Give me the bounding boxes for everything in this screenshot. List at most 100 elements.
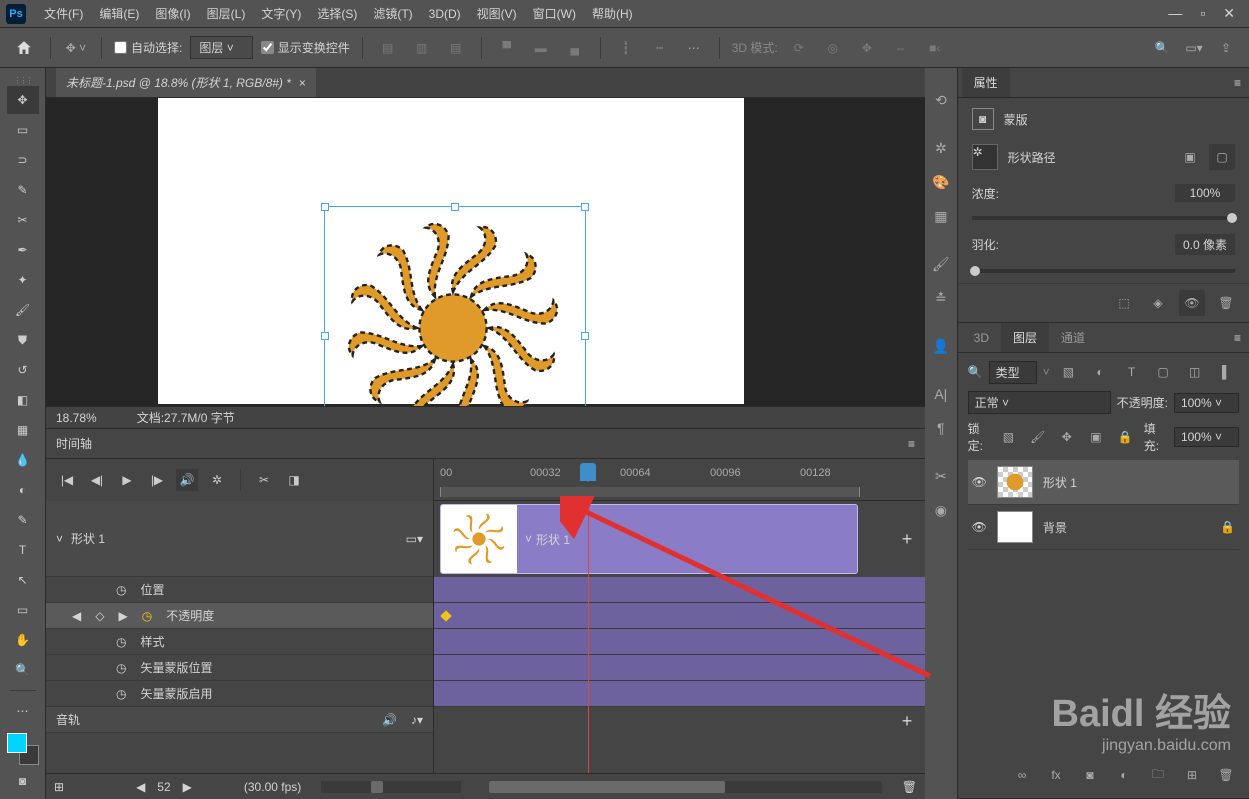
align-bottom-icon[interactable]: ▄	[562, 35, 588, 61]
stopwatch-icon[interactable]: ◷	[142, 609, 152, 623]
timeline-audio-track[interactable]: 音轨 🔊 ♪▾	[46, 707, 433, 733]
path-select-tool[interactable]: ↖	[7, 566, 39, 594]
stopwatch-icon[interactable]: ◷	[116, 661, 126, 675]
search-icon[interactable]: 🔍	[1149, 35, 1175, 61]
current-frame[interactable]: 52	[157, 780, 170, 794]
timeline-tracks[interactable]: 00 00032 00064 00096 00128 ˅形状 1	[434, 459, 925, 773]
filter-adj-icon[interactable]: ◐	[1087, 359, 1113, 385]
shape-tool[interactable]: ▭	[7, 596, 39, 624]
swatches-panel-icon[interactable]: ▦	[927, 202, 955, 230]
properties-tab[interactable]: 属性	[962, 68, 1010, 97]
color-swatches[interactable]	[7, 733, 39, 765]
zoom-tool[interactable]: 🔍	[7, 656, 39, 684]
show-transform-checkbox[interactable]	[261, 41, 274, 54]
opacity-value[interactable]: 100% ˅	[1174, 393, 1239, 413]
3d-tab[interactable]: 3D	[962, 323, 1001, 352]
layer-thumbnail[interactable]	[997, 511, 1033, 543]
align-top-icon[interactable]: ▀	[494, 35, 520, 61]
distribute-h-icon[interactable]: ┇	[613, 35, 639, 61]
menu-edit[interactable]: 编辑(E)	[91, 5, 147, 22]
document-tab[interactable]: 未标题-1.psd @ 18.8% (形状 1, RGB/8#) * ×	[56, 68, 316, 97]
home-icon[interactable]	[10, 34, 38, 62]
prev-frame-icon[interactable]: ◀|	[86, 469, 108, 491]
prev-key-icon[interactable]: ◀	[72, 609, 81, 623]
link-layers-icon[interactable]: ∞	[1009, 762, 1035, 788]
pen-tool[interactable]: ✎	[7, 506, 39, 534]
layer-options-icon[interactable]: ▭▾	[406, 532, 423, 546]
move-tool[interactable]: ✥	[7, 86, 39, 114]
add-mask-icon[interactable]: ◙	[1077, 762, 1103, 788]
eraser-tool[interactable]: ◧	[7, 386, 39, 414]
lock-pixels-icon[interactable]: ▧	[998, 424, 1019, 450]
delete-layer-icon[interactable]: 🗑	[1213, 762, 1239, 788]
delete-mask-icon[interactable]: 🗑	[1213, 290, 1239, 316]
character-panel-icon[interactable]: A|	[927, 380, 955, 408]
filter-pixel-icon[interactable]: ▧	[1056, 359, 1082, 385]
add-audio-icon[interactable]: +	[895, 709, 919, 733]
share-icon[interactable]: ⇪	[1213, 35, 1239, 61]
lasso-tool[interactable]: ⊃	[7, 146, 39, 174]
distribute-v-icon[interactable]: ┅	[647, 35, 673, 61]
filter-type-icon[interactable]: T	[1119, 359, 1145, 385]
menu-select[interactable]: 选择(S)	[309, 5, 365, 22]
align-left-icon[interactable]: ▤	[375, 35, 401, 61]
add-pixel-mask-icon[interactable]: ▣	[1177, 144, 1203, 170]
layer-item-shape1[interactable]: 👁 形状 1	[968, 460, 1239, 505]
3d-orbit-icon[interactable]: ⟳	[786, 35, 812, 61]
filter-toggle[interactable]: ▌	[1213, 359, 1239, 385]
auto-select-target-dropdown[interactable]: 图层 ˅	[190, 36, 252, 59]
audio-options-icon[interactable]: ♪▾	[411, 713, 423, 727]
history-panel-icon[interactable]: ⟲	[927, 86, 955, 114]
split-icon[interactable]: ✂	[253, 469, 275, 491]
timeline-prop-opacity[interactable]: ◀◇▶◷不透明度	[46, 603, 433, 629]
panel-menu-icon[interactable]: ≡	[1226, 76, 1249, 90]
density-slider[interactable]	[972, 216, 1235, 220]
convert-frames-icon[interactable]: ⊞	[54, 780, 64, 794]
settings-icon[interactable]: ✲	[206, 469, 228, 491]
density-value[interactable]: 100%	[1175, 184, 1235, 202]
panel-menu-icon[interactable]: ≡	[908, 437, 915, 451]
timeline-clip[interactable]: ˅形状 1	[440, 504, 858, 574]
timeline-tab[interactable]: 时间轴	[56, 435, 92, 452]
timeline-prop-vmask-enable[interactable]: ◷矢量蒙版启用	[46, 681, 433, 707]
menu-3d[interactable]: 3D(D)	[421, 7, 469, 21]
window-minimize-icon[interactable]: —	[1168, 5, 1182, 22]
visibility-icon[interactable]: 👁	[972, 520, 987, 534]
stopwatch-icon[interactable]: ◷	[116, 687, 126, 701]
add-key-icon[interactable]: ◇	[95, 609, 104, 623]
marquee-tool[interactable]: ▭	[7, 116, 39, 144]
visibility-icon[interactable]: 👁	[972, 475, 987, 489]
adjustments-panel-icon[interactable]: ≛	[927, 284, 955, 312]
layer-style-icon[interactable]: fx	[1043, 762, 1069, 788]
timeline-zoom-slider[interactable]	[321, 781, 461, 793]
timeline-layer-row[interactable]: ˅ 形状 1 ▭▾	[46, 501, 433, 577]
lock-paint-icon[interactable]: 🖌	[1027, 424, 1048, 450]
lock-artboard-icon[interactable]: ▣	[1085, 424, 1106, 450]
canvas[interactable]	[46, 98, 925, 406]
zoom-level[interactable]: 18.78%	[56, 411, 97, 425]
playhead[interactable]	[580, 463, 596, 481]
tools-panel-icon[interactable]: ✂	[927, 462, 955, 490]
actions-panel-icon[interactable]: ✲	[927, 134, 955, 162]
layer-thumbnail[interactable]	[997, 466, 1033, 498]
layer-name[interactable]: 背景	[1043, 519, 1067, 536]
3d-roll-icon[interactable]: ◎	[820, 35, 846, 61]
3d-slide-icon[interactable]: ⇔	[888, 35, 914, 61]
layers-tab[interactable]: 图层	[1001, 323, 1049, 352]
stopwatch-icon[interactable]: ◷	[116, 635, 126, 649]
align-center-h-icon[interactable]: ▥	[409, 35, 435, 61]
next-frame-icon[interactable]: |▶	[146, 469, 168, 491]
align-right-icon[interactable]: ▤	[443, 35, 469, 61]
play-icon[interactable]: ▶	[116, 469, 138, 491]
next-key-icon[interactable]: ▶	[118, 609, 127, 623]
feather-value[interactable]: 0.0 像素	[1175, 234, 1235, 255]
menu-filter[interactable]: 滤镜(T)	[365, 5, 420, 22]
eyedropper-tool[interactable]: ✒	[7, 236, 39, 264]
chevron-down-icon[interactable]: ˅	[525, 532, 532, 546]
align-center-v-icon[interactable]: ▬	[528, 35, 554, 61]
layer-name[interactable]: 形状 1	[1043, 474, 1077, 491]
timeline-h-scrollbar[interactable]	[489, 781, 882, 793]
feather-slider[interactable]	[972, 269, 1235, 273]
goto-start-icon[interactable]: |◀	[56, 469, 78, 491]
layer-item-background[interactable]: 👁 背景 🔒	[968, 505, 1239, 550]
